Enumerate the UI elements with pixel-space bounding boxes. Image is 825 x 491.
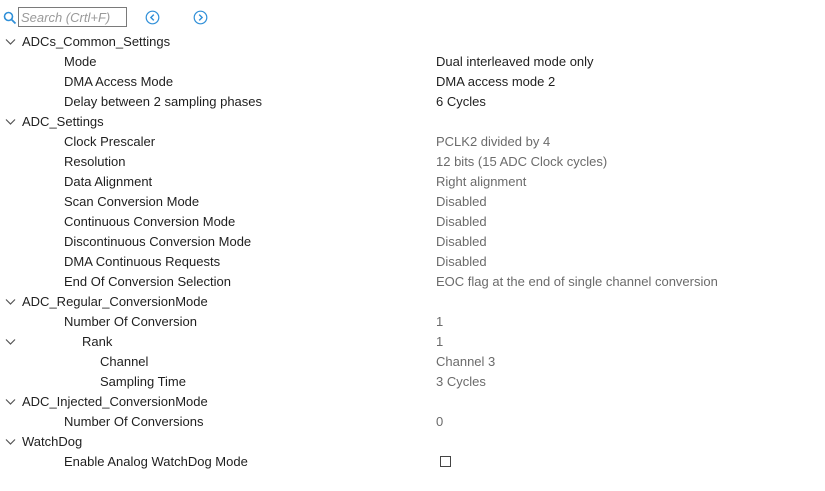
param-value[interactable]: 1 [436,332,443,352]
param-value[interactable]: Right alignment [436,172,526,192]
param-label: Rank [82,334,113,349]
param-label: End Of Conversion Selection [64,274,231,289]
chevron-down-icon[interactable] [5,38,16,46]
param-label: Delay between 2 sampling phases [64,94,263,109]
param-value[interactable]: DMA access mode 2 [436,72,555,92]
param-label: Continuous Conversion Mode [64,214,236,229]
group-label: ADCs_Common_Settings [22,34,171,49]
group-label: ADC_Injected_ConversionMode [22,394,208,409]
group-adc-regular-conversion-mode[interactable]: ADC_Regular_ConversionMode [0,292,825,312]
param-value[interactable]: EOC flag at the end of single channel co… [436,272,718,292]
param-row-resolution[interactable]: Resolution 12 bits (15 ADC Clock cycles) [0,152,825,172]
group-label: ADC_Regular_ConversionMode [22,294,208,309]
param-value[interactable]: Disabled [436,212,487,232]
param-value[interactable]: Dual interleaved mode only [436,52,594,72]
param-row-data-alignment[interactable]: Data Alignment Right alignment [0,172,825,192]
chevron-down-icon[interactable] [5,298,16,306]
param-row-mode[interactable]: Mode Dual interleaved mode only [0,52,825,72]
param-label: Scan Conversion Mode [64,194,200,209]
search-input[interactable] [18,7,127,27]
param-row-dma-continuous-requests[interactable]: DMA Continuous Requests Disabled [0,252,825,272]
param-row-sampling-time[interactable]: Sampling Time 3 Cycles [0,372,825,392]
param-value[interactable]: Disabled [436,252,487,272]
param-label: Mode [64,54,97,69]
group-label: WatchDog [22,434,83,449]
param-row-dma-access-mode[interactable]: DMA Access Mode DMA access mode 2 [0,72,825,92]
param-row-clock-prescaler[interactable]: Clock Prescaler PCLK2 divided by 4 [0,132,825,152]
param-row-number-of-conversion[interactable]: Number Of Conversion 1 [0,312,825,332]
param-row-discontinuous-conversion-mode[interactable]: Discontinuous Conversion Mode Disabled [0,232,825,252]
param-row-delay[interactable]: Delay between 2 sampling phases 6 Cycles [0,92,825,112]
chevron-down-icon[interactable] [5,438,16,446]
param-label: Sampling Time [100,374,186,389]
param-label: Number Of Conversions [64,414,204,429]
arrow-right-circle-icon[interactable] [193,10,208,25]
param-value[interactable]: PCLK2 divided by 4 [436,132,550,152]
enable-analog-watchdog-checkbox[interactable] [440,456,451,467]
param-value[interactable]: 1 [436,312,443,332]
param-label: Enable Analog WatchDog Mode [64,454,248,469]
group-adcs-common-settings[interactable]: ADCs_Common_Settings [0,32,825,52]
search-icon [3,11,17,25]
param-row-end-of-conversion-selection[interactable]: End Of Conversion Selection EOC flag at … [0,272,825,292]
param-row-continuous-conversion-mode[interactable]: Continuous Conversion Mode Disabled [0,212,825,232]
param-label: Clock Prescaler [64,134,156,149]
param-value[interactable]: 0 [436,412,443,432]
parameter-tree: ADCs_Common_Settings Mode Dual interleav… [0,32,825,472]
chevron-down-icon[interactable] [5,398,16,406]
param-value[interactable]: 6 Cycles [436,92,486,112]
param-value[interactable]: 12 bits (15 ADC Clock cycles) [436,152,607,172]
param-label: DMA Continuous Requests [64,254,221,269]
arrow-left-circle-icon[interactable] [145,10,160,25]
chevron-down-icon[interactable] [5,118,16,126]
toolbar [0,6,825,30]
param-row-scan-conversion-mode[interactable]: Scan Conversion Mode Disabled [0,192,825,212]
param-value[interactable]: Disabled [436,192,487,212]
group-rank[interactable]: Rank 1 [0,332,825,352]
group-adc-settings[interactable]: ADC_Settings [0,112,825,132]
param-label: Resolution [64,154,126,169]
param-row-channel[interactable]: Channel Channel 3 [0,352,825,372]
param-row-number-of-conversions[interactable]: Number Of Conversions 0 [0,412,825,432]
param-label: Channel [100,354,149,369]
param-value[interactable]: Disabled [436,232,487,252]
param-value[interactable]: Channel 3 [436,352,495,372]
group-watchdog[interactable]: WatchDog [0,432,825,452]
param-row-enable-analog-watchdog[interactable]: Enable Analog WatchDog Mode [0,452,825,472]
chevron-down-icon[interactable] [5,338,16,346]
param-label: Number Of Conversion [64,314,197,329]
param-label: Discontinuous Conversion Mode [64,234,252,249]
param-label: Data Alignment [64,174,153,189]
param-value[interactable]: 3 Cycles [436,372,486,392]
group-label: ADC_Settings [22,114,104,129]
param-label: DMA Access Mode [64,74,174,89]
group-adc-injected-conversion-mode[interactable]: ADC_Injected_ConversionMode [0,392,825,412]
